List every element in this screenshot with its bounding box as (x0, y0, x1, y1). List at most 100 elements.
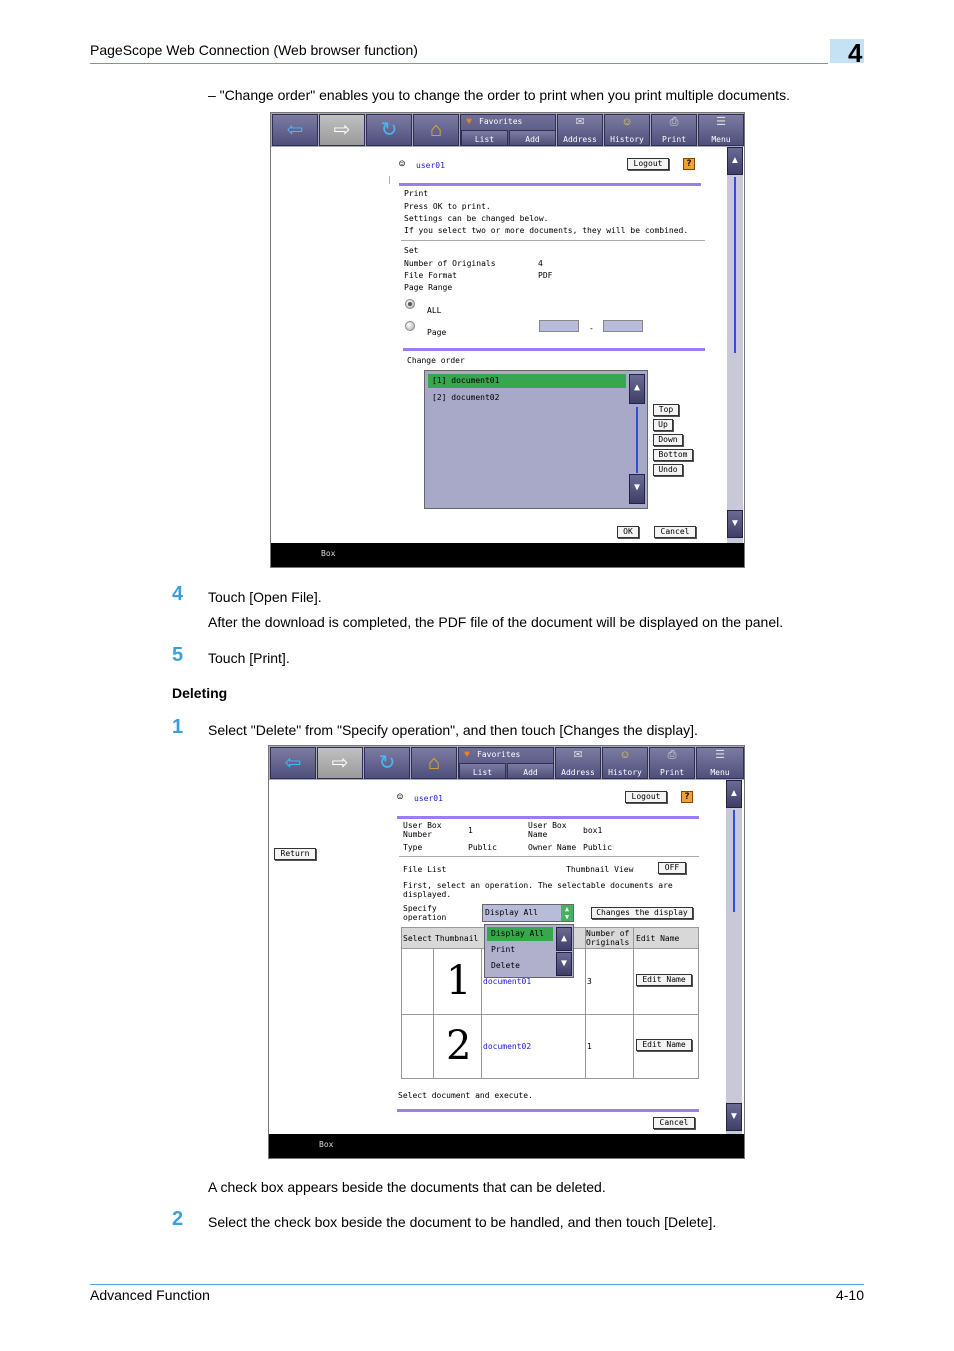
address-button[interactable]: ✉ Address (557, 114, 603, 146)
refresh-icon: ↻ (380, 119, 398, 141)
step-detail: A check box appears beside the documents… (208, 1179, 606, 1195)
favorites-list-button[interactable]: List (461, 130, 508, 146)
instruction-text: First, select an operation. The selectab… (403, 881, 673, 899)
screenshot-box-delete: ⇦ ⇨ ↻ ⌂ Favorites ♥ List Add ✉ Address ☺ H… (268, 745, 745, 1159)
up-button[interactable]: Up (653, 419, 673, 431)
column-header: Edit Name (636, 934, 680, 943)
down-button[interactable]: Down (653, 434, 683, 446)
favorites-add-button[interactable]: Add (507, 763, 554, 779)
operation-dropdown[interactable]: Display All Print Delete ▲ ▼ (484, 924, 574, 978)
changes-display-button[interactable]: Changes the display (591, 907, 693, 919)
scroll-down-button[interactable]: ▼ (727, 510, 743, 538)
page-scrollbar[interactable]: ▲ ▼ (726, 780, 742, 1134)
cancel-button[interactable]: Cancel (654, 526, 696, 538)
page-radio[interactable] (405, 321, 415, 331)
type-value: Public (468, 843, 497, 852)
page-to-input[interactable] (603, 320, 643, 332)
step-number: 2 (172, 1208, 184, 1230)
dropdown-scroll-up-button[interactable]: ▲ (556, 927, 572, 951)
favorites-add-button[interactable]: Add (509, 130, 556, 146)
home-icon: ⌂ (429, 119, 443, 141)
back-button[interactable]: ⇦ (272, 114, 318, 146)
specify-operation-label: Specify operation (403, 904, 447, 922)
forward-arrow-icon: ⇨ (331, 752, 349, 774)
combine-text: If you select two or more documents, the… (404, 226, 689, 235)
forward-button[interactable]: ⇨ (319, 114, 365, 146)
page-scrollbar[interactable]: ▲ ▼ (727, 147, 743, 544)
settings-text: Settings can be changed below. (404, 214, 549, 223)
menu-button[interactable]: ☰ Menu (698, 114, 744, 146)
press-ok-text: Press OK to print. (404, 202, 491, 211)
refresh-button[interactable]: ↻ (366, 114, 412, 146)
cancel-button[interactable]: Cancel (653, 1117, 695, 1129)
scroll-up-button[interactable]: ▲ (726, 780, 742, 808)
logout-button[interactable]: Logout (625, 791, 667, 803)
user-box-name-value: box1 (583, 826, 603, 835)
step-detail: After the download is completed, the PDF… (208, 614, 784, 630)
all-radio[interactable] (405, 299, 415, 309)
bottom-button[interactable]: Bottom (653, 449, 693, 461)
list-item[interactable]: [2] document02 (428, 391, 626, 405)
scroll-down-button[interactable]: ▼ (726, 1103, 742, 1131)
refresh-button[interactable]: ↻ (364, 747, 410, 779)
list-item[interactable]: [1] document01 (428, 374, 626, 388)
document-link[interactable]: document01 (483, 977, 531, 986)
menu-button[interactable]: ☰ Menu (696, 747, 744, 779)
operation-select[interactable]: Display All ▲ ▼ (482, 904, 574, 922)
help-icon[interactable]: ? (683, 158, 695, 170)
back-arrow-icon: ⇦ (284, 752, 302, 774)
num-originals-label: Number of Originals (404, 259, 496, 268)
dropdown-option[interactable]: Display All (487, 927, 553, 941)
history-button[interactable]: ☺ History (604, 114, 650, 146)
step-text: Touch [Open File]. (208, 589, 322, 605)
edit-name-button[interactable]: Edit Name (636, 1039, 692, 1051)
ok-button[interactable]: OK (617, 526, 639, 538)
document-link[interactable]: document02 (483, 1042, 531, 1051)
document-order-list[interactable]: [1] document01 [2] document02 ▲ ▼ (424, 370, 648, 509)
address-button[interactable]: ✉ Address (555, 747, 601, 779)
scroll-track[interactable] (734, 177, 736, 353)
step-number: 4 (172, 583, 184, 605)
dropdown-scroll-down-button[interactable]: ▼ (556, 952, 572, 976)
menu-icon: ☰ (715, 749, 725, 761)
thumbnail-off-button[interactable]: OFF (658, 862, 686, 874)
favorites-list-button[interactable]: List (459, 763, 506, 779)
home-button[interactable]: ⌂ (411, 747, 457, 779)
forward-button[interactable]: ⇨ (317, 747, 363, 779)
list-scroll-down-button[interactable]: ▼ (629, 474, 645, 504)
dropdown-option[interactable]: Delete (487, 959, 553, 973)
edit-name-button[interactable]: Edit Name (636, 974, 692, 986)
list-scroll-track[interactable] (636, 407, 638, 473)
status-text: Box (321, 549, 336, 558)
page-from-input[interactable] (539, 320, 579, 332)
heart-icon: ♥ (466, 116, 472, 127)
back-button[interactable]: ⇦ (270, 747, 316, 779)
print-button[interactable]: ⎙ Print (649, 747, 695, 779)
logout-button[interactable]: Logout (627, 158, 669, 170)
dropdown-option[interactable]: Print (487, 943, 553, 957)
home-button[interactable]: ⌂ (413, 114, 459, 146)
top-button[interactable]: Top (653, 404, 679, 416)
scroll-up-button[interactable]: ▲ (727, 147, 743, 175)
section-heading: Deleting (172, 685, 228, 701)
address-book-icon: ✉ (575, 116, 585, 128)
intro-bullet: – "Change order" enables you to change t… (208, 87, 790, 103)
help-icon[interactable]: ? (681, 791, 693, 803)
step-text: Select the check box beside the document… (208, 1214, 717, 1230)
list-scroll-up-button[interactable]: ▲ (629, 374, 645, 404)
print-button[interactable]: ⎙ Print (651, 114, 697, 146)
page-number: 4-10 (835, 1287, 864, 1303)
scroll-track[interactable] (733, 810, 735, 912)
history-button[interactable]: ☺ History (602, 747, 648, 779)
status-bar: Box (271, 543, 744, 567)
cursor-mark: | (387, 175, 392, 184)
user-name[interactable]: user01 (414, 794, 443, 803)
undo-button[interactable]: Undo (653, 464, 683, 476)
divider (397, 816, 699, 819)
thumbnail[interactable]: 1 (446, 959, 471, 1003)
print-title: Print (404, 189, 429, 198)
originals-count: 1 (587, 1042, 592, 1051)
user-name[interactable]: user01 (416, 161, 445, 170)
thumbnail[interactable]: 2 (446, 1024, 471, 1068)
return-button[interactable]: Return (274, 848, 316, 860)
